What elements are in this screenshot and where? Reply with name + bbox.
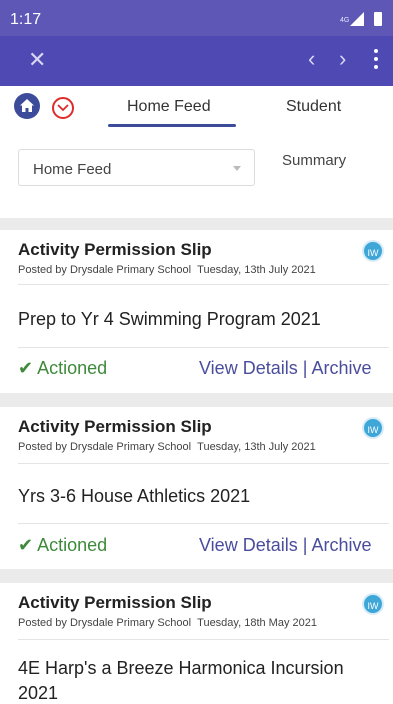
card-date: Tuesday, 18th May 2021 [197,617,317,629]
archive-link[interactable]: Archive [311,358,371,378]
feed-card: Activity Permission Slip Posted by Drysd… [0,583,393,704]
actions-separator: | [302,358,308,378]
avatar: IW [362,593,384,615]
feed-select-value: Home Feed [33,161,112,178]
tab-bar: Home Feed Student [0,86,393,130]
avatar: IW [362,240,384,262]
chevron-right-icon[interactable]: › [339,48,346,70]
card-title: Activity Permission Slip [18,240,212,259]
divider [18,463,389,464]
card-posted-by: Posted by Drysdale Primary School [18,441,192,453]
tab-student[interactable]: Student [286,98,341,116]
chevron-left-icon[interactable]: ‹ [308,48,315,70]
active-tab-indicator [108,124,236,127]
card-posted-by: Posted by Drysdale Primary School [18,264,192,276]
view-details-link[interactable]: View Details [199,358,298,378]
close-icon[interactable]: ✕ [28,49,46,71]
battery-icon [374,12,382,26]
network-type-label: 4G [340,17,350,24]
divider [18,347,389,348]
tab-home-feed[interactable]: Home Feed [127,98,211,116]
avatar: IW [362,417,384,439]
check-icon: ✔ [18,358,34,378]
status-label: Actioned [37,358,108,378]
signal-icon [350,12,364,26]
status-actioned: ✔ Actioned [18,535,107,556]
divider [18,523,389,524]
card-description[interactable]: Prep to Yr 4 Swimming Program 2021 [18,307,383,332]
feed-card: Activity Permission Slip Posted by Drysd… [0,407,393,569]
status-time: 1:17 [10,11,42,28]
card-description[interactable]: Yrs 3-6 House Athletics 2021 [18,484,383,509]
feed-select[interactable]: Home Feed [18,149,255,186]
card-meta: Posted by Drysdale Primary School Tuesda… [18,441,316,453]
actions-separator: | [302,535,308,555]
card-actions: View Details | Archive [199,358,371,379]
app-bar: ✕ ‹ › [0,36,393,86]
status-bar: 1:17 4G [0,0,393,36]
status-actioned: ✔ Actioned [18,358,107,379]
more-vert-icon[interactable] [372,49,380,71]
archive-link[interactable]: Archive [311,535,371,555]
card-title: Activity Permission Slip [18,593,212,612]
divider [18,284,389,285]
view-details-link[interactable]: View Details [199,535,298,555]
card-posted-by: Posted by Drysdale Primary School [18,617,192,629]
filter-bar: Home Feed Summary [0,130,393,218]
card-meta: Posted by Drysdale Primary School Tuesda… [18,264,316,276]
feed-card: Activity Permission Slip Posted by Drysd… [0,230,393,393]
chevron-down-icon[interactable] [52,97,74,119]
card-actions: View Details | Archive [199,535,371,556]
card-meta: Posted by Drysdale Primary School Tuesda… [18,617,317,629]
status-label: Actioned [37,535,108,555]
card-date: Tuesday, 13th July 2021 [197,441,316,453]
card-title: Activity Permission Slip [18,417,212,436]
card-date: Tuesday, 13th July 2021 [197,264,316,276]
check-icon: ✔ [18,535,34,555]
home-icon[interactable] [14,93,40,119]
divider [18,639,389,640]
caret-down-icon [233,166,241,171]
summary-link[interactable]: Summary [282,152,346,169]
card-description[interactable]: 4E Harp's a Breeze Harmonica Incursion 2… [18,656,383,704]
